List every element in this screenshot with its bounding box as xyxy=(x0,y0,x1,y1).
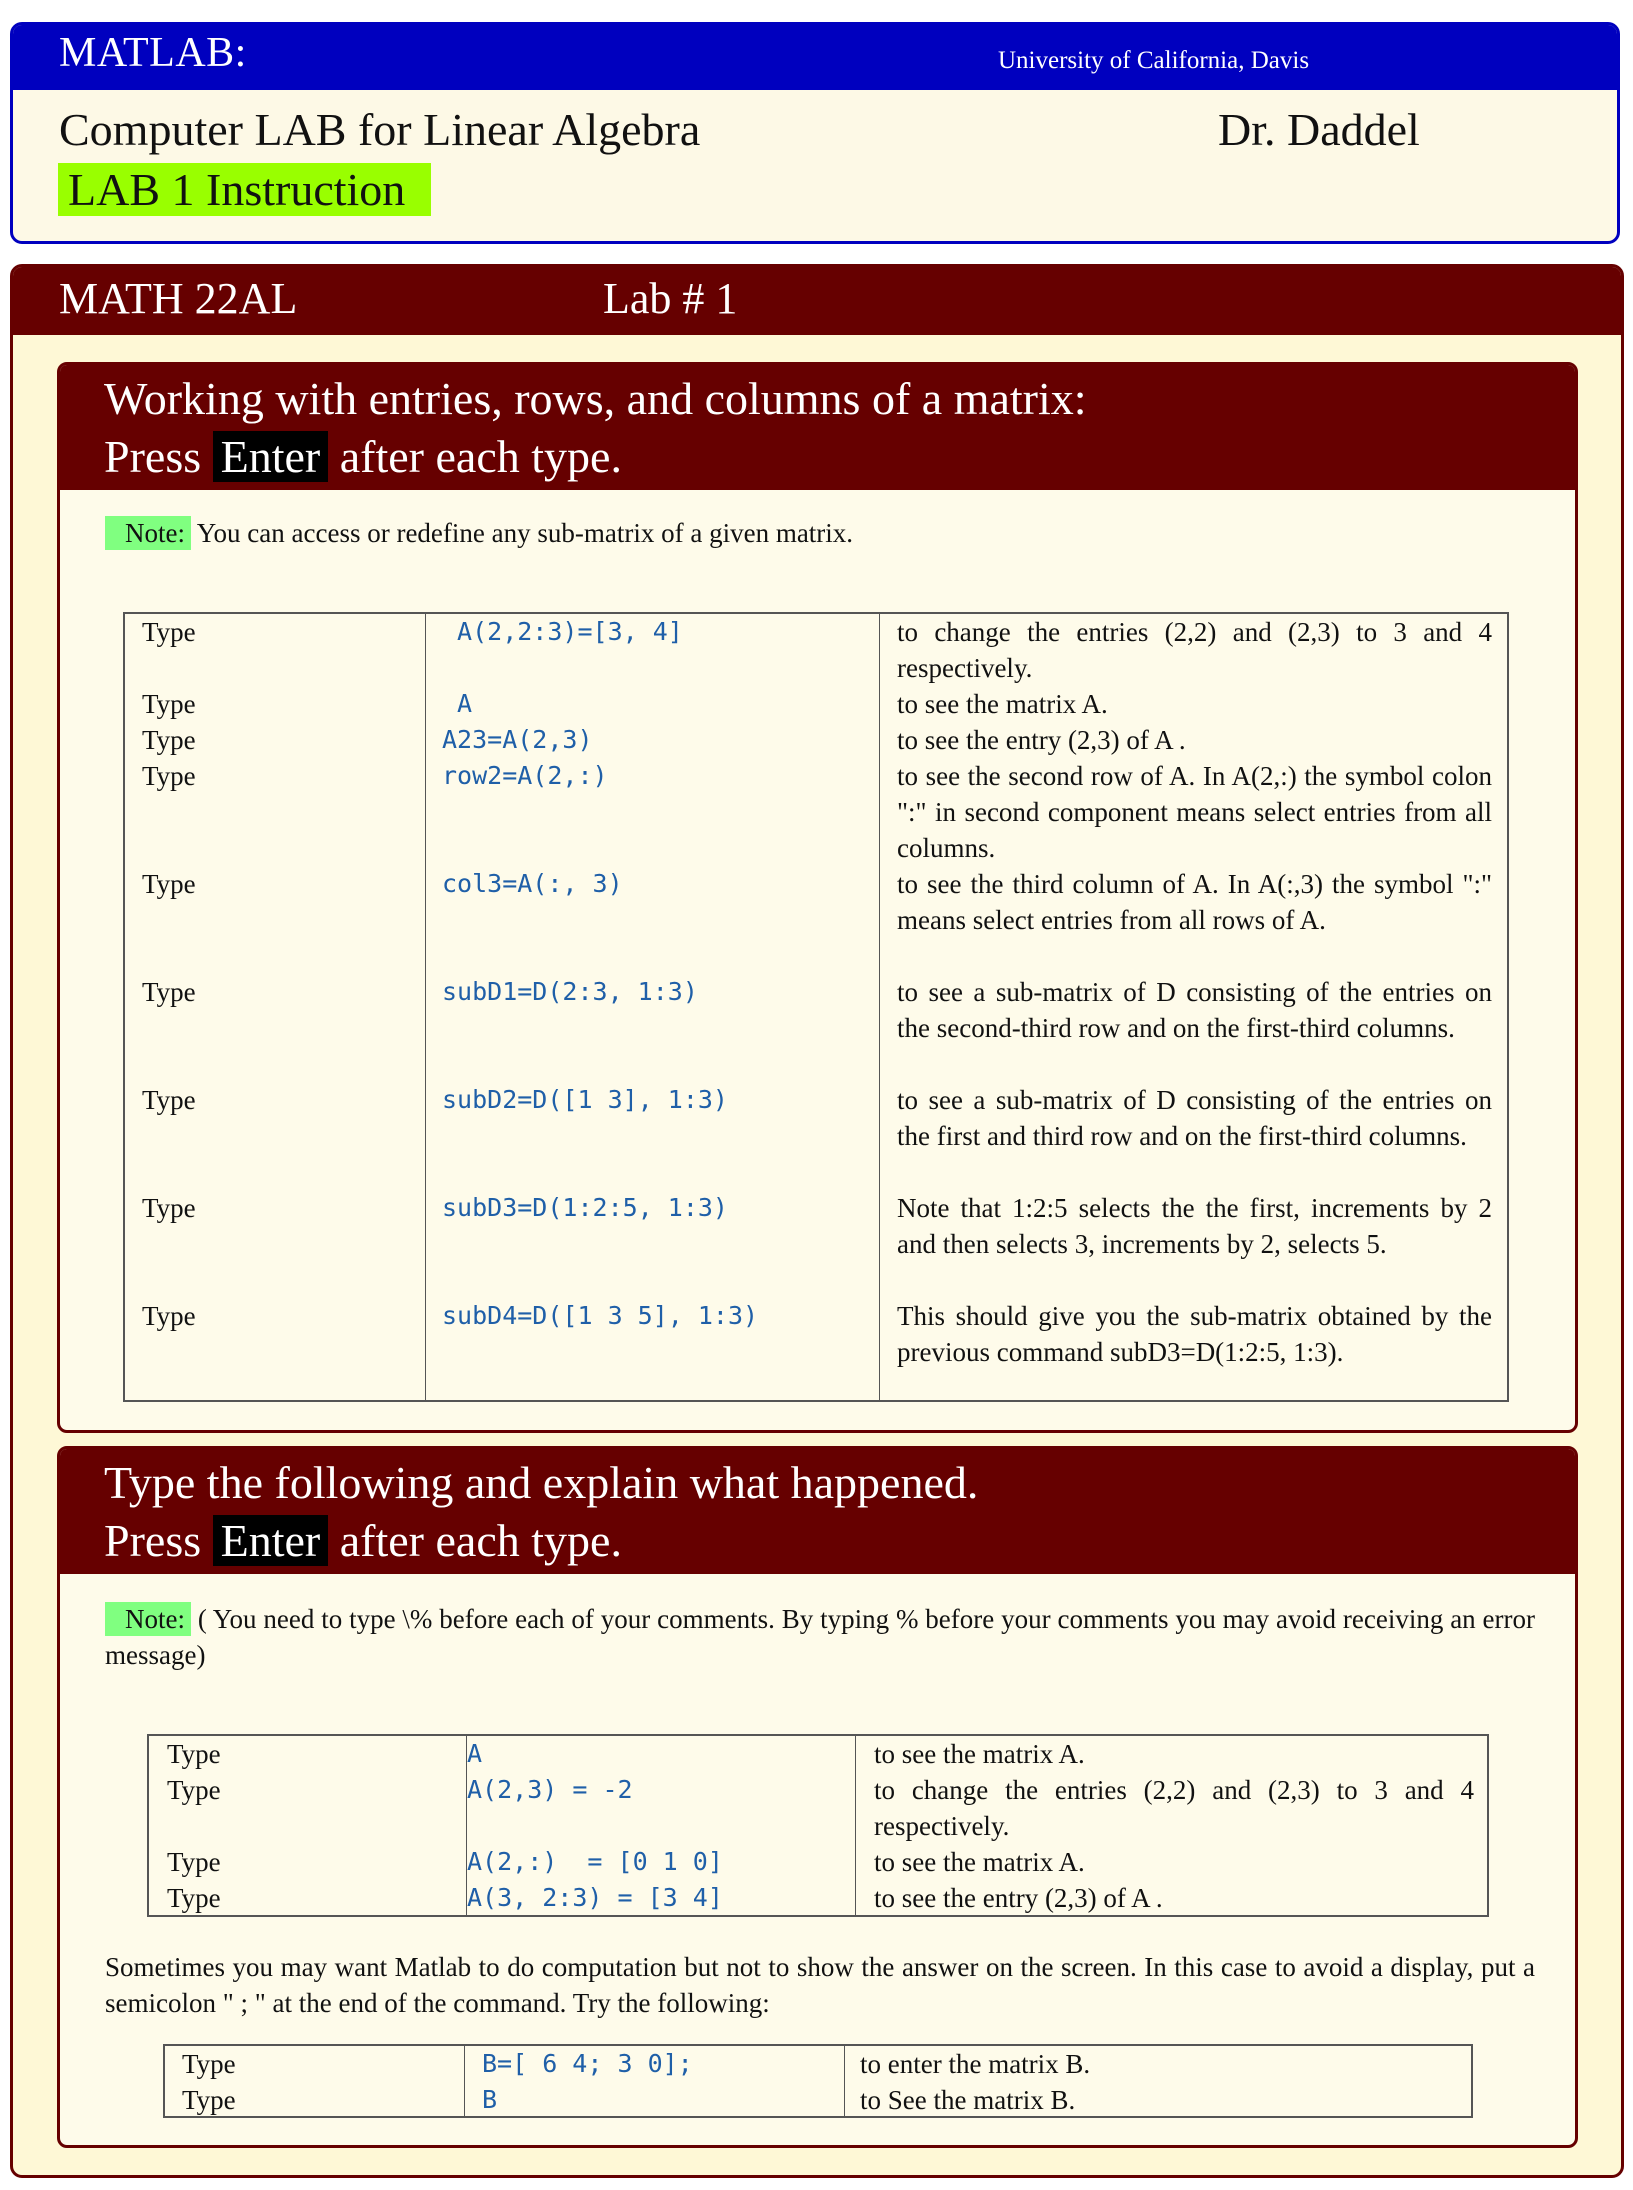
command-description: to see the matrix A. xyxy=(874,1847,1085,1877)
command-description: to see the entry (2,3) of A . xyxy=(874,1883,1163,1913)
section-heading: Type the following and explain what happ… xyxy=(104,1457,979,1508)
header-bar xyxy=(13,25,1617,90)
type-label: Type xyxy=(167,1739,221,1769)
matlab-command: A(3, 2:3) = [3 4] xyxy=(467,1883,723,1912)
type-label: Type xyxy=(167,1847,221,1877)
column-divider xyxy=(855,1736,856,1915)
column-divider xyxy=(844,2046,845,2116)
matlab-command: A23=A(2,3) xyxy=(442,725,593,754)
press-text: Press xyxy=(104,1515,202,1566)
command-description: This should give you the sub-matrix obta… xyxy=(897,1301,1492,1367)
lab-number: Lab # 1 xyxy=(603,274,738,323)
type-label: Type xyxy=(182,2085,236,2115)
column-divider xyxy=(425,614,426,1400)
matlab-command: row2=A(2,:) xyxy=(442,761,608,790)
press-text: Press xyxy=(104,431,202,482)
type-label: Type xyxy=(142,1193,196,1223)
after-text: after each type. xyxy=(339,1515,622,1566)
type-label: Type xyxy=(142,1301,196,1331)
command-description: to see the entry (2,3) of A . xyxy=(897,725,1186,755)
type-label: Type xyxy=(142,977,196,1007)
lab-label: LAB 1 Instruction xyxy=(58,163,432,216)
enter-key: Enter xyxy=(212,1515,329,1566)
command-description: to see a sub-matrix of D consisting of t… xyxy=(897,977,1492,1043)
matlab-command: B=[ 6 4; 3 0]; xyxy=(482,2049,693,2078)
note-label: Note: xyxy=(105,1602,191,1636)
matlab-command: A xyxy=(442,689,473,718)
matlab-command: B xyxy=(482,2085,498,2114)
command-description: to see the matrix A. xyxy=(874,1739,1085,1769)
after-text: after each type. xyxy=(339,431,622,482)
command-description: to see a sub-matrix of D consisting of t… xyxy=(897,1085,1492,1151)
instructor-name: Dr. Daddel xyxy=(1218,104,1420,155)
matlab-command: A(2,:) = [0 1 0] xyxy=(467,1847,723,1876)
command-description: to See the matrix B. xyxy=(860,2085,1076,2115)
matlab-command: A(2,2:3)=[3, 4] xyxy=(442,617,683,646)
header-title: MATLAB: xyxy=(59,30,247,76)
column-divider xyxy=(879,614,880,1400)
command-description: Note that 1:2:5 selects the the first, i… xyxy=(897,1193,1492,1259)
command-description: to change the entries (2,2) and (2,3) to… xyxy=(897,617,1492,683)
matlab-command: subD4=D([1 3 5], 1:3) xyxy=(442,1301,759,1330)
command-description: to change the entries (2,2) and (2,3) to… xyxy=(874,1775,1474,1841)
type-label: Type xyxy=(142,617,196,647)
type-label: Type xyxy=(142,869,196,899)
matlab-command: subD3=D(1:2:5, 1:3) xyxy=(442,1193,728,1222)
note: Note: You can access or redefine any sub… xyxy=(105,515,853,551)
section-subheading: Press Enter after each type. xyxy=(104,1512,622,1570)
note-text: You can access or redefine any sub-matri… xyxy=(196,518,854,548)
section-subheading: Press Enter after each type. xyxy=(104,428,622,486)
matlab-command: col3=A(:, 3) xyxy=(442,869,623,898)
matlab-command: subD1=D(2:3, 1:3) xyxy=(442,977,698,1006)
command-description: to enter the matrix B. xyxy=(860,2049,1091,2079)
type-label: Type xyxy=(142,725,196,755)
matlab-command: A xyxy=(467,1739,483,1768)
note: Note: ( You need to type \% before each … xyxy=(105,1601,1535,1673)
matlab-command: A(2,3) = -2 xyxy=(467,1775,633,1804)
column-divider xyxy=(464,2046,465,2116)
command-description: to see the third column of A. In A(:,3) … xyxy=(897,869,1492,935)
command-description: to see the matrix A. xyxy=(897,689,1108,719)
course-title: Computer LAB for Linear Algebra xyxy=(59,104,701,155)
university-name: University of California, Davis xyxy=(998,47,1310,74)
note-text: ( You need to type \% before each of you… xyxy=(105,1604,1535,1670)
type-label: Type xyxy=(142,689,196,719)
course-code: MATH 22AL xyxy=(59,274,298,323)
command-description: to see the second row of A. In A(2,:) th… xyxy=(897,761,1492,863)
semicolon-paragraph: Sometimes you may want Matlab to do comp… xyxy=(105,1952,1535,2018)
type-label: Type xyxy=(167,1775,221,1805)
header-box: MATLAB: University of California, Davis … xyxy=(10,22,1620,244)
type-label: Type xyxy=(142,761,196,791)
matlab-command: subD2=D([1 3], 1:3) xyxy=(442,1085,728,1114)
type-label: Type xyxy=(182,2049,236,2079)
note-label: Note: xyxy=(105,516,191,550)
section-heading: Working with entries, rows, and columns … xyxy=(104,373,1087,424)
type-label: Type xyxy=(167,1883,221,1913)
enter-key: Enter xyxy=(212,431,329,482)
type-label: Type xyxy=(142,1085,196,1115)
